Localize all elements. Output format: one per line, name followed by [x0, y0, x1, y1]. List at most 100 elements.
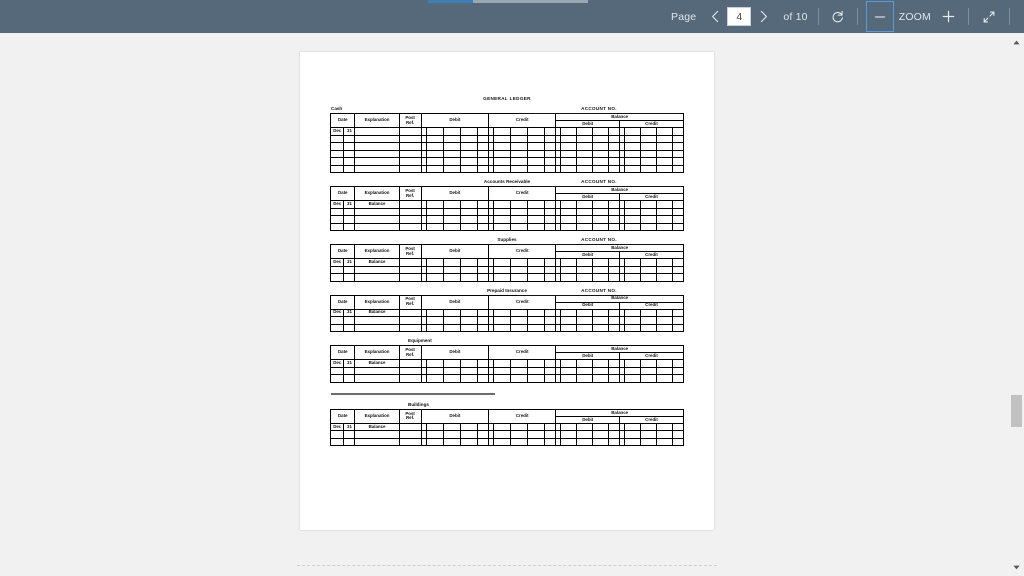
cell-balance-credit: [655, 308, 673, 317]
cell-credit: [510, 265, 529, 274]
scroll-down-arrow[interactable]: [1009, 560, 1024, 574]
col-post-ref: Post Ref.: [398, 345, 422, 360]
cell-debit: [442, 134, 461, 143]
ledger-data-row[interactable]: [329, 149, 685, 158]
ledger-data-row[interactable]: [329, 164, 685, 173]
cell-balance-credit: [671, 207, 685, 216]
previous-page-button[interactable]: [703, 5, 727, 29]
cell-balance-credit: [623, 164, 641, 173]
ledger-data-row[interactable]: Dec 31 Balance: [329, 308, 685, 317]
scrollbar-thumb[interactable]: [1011, 395, 1022, 427]
ledger-data-row[interactable]: [329, 215, 685, 224]
cell-debit: [425, 127, 444, 136]
next-page-button[interactable]: [751, 5, 775, 29]
vertical-scrollbar[interactable]: [1009, 33, 1024, 576]
ledger-account-block: Equipment Date Explanation Post Ref. Debit Cre…: [329, 338, 685, 383]
cell-credit: [510, 323, 529, 332]
cell-credit: [527, 374, 546, 383]
cell-debit: [459, 222, 478, 231]
cell-debit: [425, 258, 444, 267]
ledger-data-row[interactable]: [329, 316, 685, 325]
col-balance-debit: Debit: [555, 415, 621, 424]
cell-date-day: 31: [343, 422, 356, 432]
zoom-out-button[interactable]: [865, 1, 894, 32]
cell-balance-debit: [560, 258, 578, 267]
page-number-input[interactable]: [727, 7, 752, 26]
cell-balance-debit: [592, 316, 610, 325]
ledger-data-row[interactable]: [329, 273, 685, 282]
cell-explanation: [354, 374, 400, 383]
ledger-data-row[interactable]: [329, 323, 685, 332]
col-date: Date: [329, 294, 356, 310]
cell-balance-credit: [639, 258, 657, 267]
cell-credit: [544, 316, 557, 325]
ledger-data-row[interactable]: [329, 430, 685, 439]
fit-page-button[interactable]: [977, 5, 1001, 29]
ledger-data-row[interactable]: Dec 31 Balance: [329, 200, 685, 209]
ledger-data-row[interactable]: [329, 134, 685, 143]
cell-explanation: [354, 164, 400, 173]
cell-balance-debit: [576, 437, 594, 447]
ledger-data-row[interactable]: [329, 437, 685, 447]
cell-debit: [442, 366, 461, 375]
cell-post-ref: [398, 316, 422, 325]
ledger-data-row[interactable]: Dec 31 Balance: [329, 422, 685, 432]
cell-debit: [459, 142, 478, 151]
cell-credit: [510, 422, 529, 432]
cell-balance-debit: [576, 273, 594, 282]
cell-balance-debit: [576, 366, 594, 375]
ledger-data-row[interactable]: Dec 31 Balance: [329, 258, 685, 267]
rotate-button[interactable]: [827, 5, 849, 29]
cell-debit: [476, 157, 490, 166]
cell-balance-debit: [592, 359, 610, 368]
cell-balance-credit: [671, 258, 685, 267]
ledger-data-row[interactable]: Dec 31 Balance: [329, 359, 685, 368]
cell-balance-debit: [608, 308, 621, 317]
cell-debit: [476, 142, 490, 151]
cell-date-month: Dec: [329, 422, 345, 432]
cell-date-day: [343, 366, 356, 375]
cell-credit: [492, 222, 512, 231]
cell-credit: [492, 359, 512, 368]
cell-balance-debit: [592, 200, 610, 209]
cell-balance-credit: [639, 316, 657, 325]
cell-balance-credit: [623, 366, 641, 375]
cell-balance-debit: [592, 265, 610, 274]
cell-credit: [527, 258, 546, 267]
cell-date-month: Dec: [329, 308, 345, 317]
plus-icon: [942, 10, 954, 23]
ledger-data-row[interactable]: [329, 374, 685, 383]
col-balance-credit: Credit: [619, 352, 684, 360]
cell-explanation: [354, 430, 400, 439]
cell-balance-debit: [576, 157, 594, 166]
cell-debit: [476, 164, 490, 173]
ledger-data-row[interactable]: Dec 31: [329, 127, 685, 136]
cell-credit: [544, 430, 557, 439]
cell-post-ref: [398, 164, 422, 173]
ledger-data-row[interactable]: [329, 142, 685, 151]
ledger-table: Date Explanation Post Ref. Debit Credit Balanc…: [329, 186, 685, 231]
cell-debit: [476, 323, 490, 332]
cell-debit: [425, 200, 444, 209]
zoom-in-button[interactable]: [936, 5, 960, 29]
ledger-data-row[interactable]: [329, 157, 685, 166]
pdf-viewer-area[interactable]: GENERAL LEDGER Cash ACCOUNT NO. Date Explan…: [0, 33, 1024, 576]
viewer-toolbar: Page of 10 ZOOM: [0, 0, 1024, 33]
ledger-data-row[interactable]: [329, 207, 685, 216]
cell-credit: [510, 258, 529, 267]
cell-credit: [492, 316, 512, 325]
cell-credit: [527, 222, 546, 231]
cell-explanation: Balance: [354, 359, 400, 368]
ledger-header-row-1: Date Explanation Post Ref. Debit Credit Balanc…: [329, 408, 684, 424]
cell-date-day: [343, 207, 356, 216]
ledger-data-row[interactable]: [329, 222, 685, 231]
cell-debit: [476, 258, 490, 267]
cell-debit: [476, 316, 490, 325]
col-post-ref: Post Ref.: [398, 294, 422, 310]
ledger-data-row[interactable]: [329, 265, 685, 274]
ledger-data-row[interactable]: [329, 366, 685, 375]
cell-balance-credit: [655, 157, 673, 166]
ledger-header-row-1: Date Explanation Post Ref. Debit Credit Balanc…: [329, 113, 684, 128]
cell-post-ref: [398, 215, 422, 224]
scroll-up-arrow[interactable]: [1009, 35, 1024, 49]
